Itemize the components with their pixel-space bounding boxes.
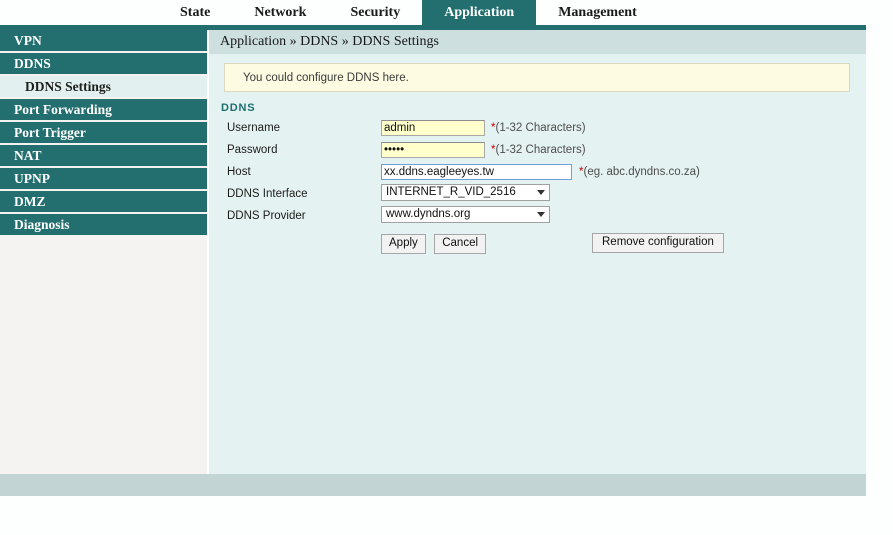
hint-text-host: (eg. abc.dyndns.co.za): [583, 166, 700, 178]
sidebar-item-ddns-settings[interactable]: DDNS Settings: [0, 76, 207, 97]
top-navigation-items: State Network Security Application Manag…: [158, 0, 659, 26]
host-input[interactable]: [381, 164, 572, 180]
form-row-password: Password *(1-32 Characters): [221, 140, 861, 162]
tab-application[interactable]: Application: [422, 0, 537, 26]
router-admin-page: State Network Security Application Manag…: [0, 0, 893, 535]
label-ddns-interface: DDNS Interface: [227, 188, 308, 200]
sidebar-item-ddns[interactable]: DDNS: [0, 53, 207, 74]
password-input[interactable]: [381, 142, 485, 158]
field-wrap-username: [381, 118, 485, 136]
field-wrap-ddns-interface: INTERNET_R_VID_2516: [381, 184, 550, 201]
info-banner: You could configure DDNS here.: [224, 63, 850, 92]
sidebar: VPN DDNS DDNS Settings Port Forwarding P…: [0, 30, 207, 474]
footer-bar: [0, 474, 866, 496]
form-row-ddns-interface: DDNS Interface INTERNET_R_VID_2516: [221, 184, 861, 206]
sidebar-item-diagnosis[interactable]: Diagnosis: [0, 214, 207, 235]
field-wrap-password: [381, 140, 485, 158]
ddns-form: Username *(1-32 Characters) Password *(1…: [221, 118, 861, 228]
form-actions: Apply Cancel Remove configuration: [381, 233, 851, 255]
tab-network[interactable]: Network: [232, 0, 328, 26]
tab-state[interactable]: State: [158, 0, 232, 26]
hint-host: *(eg. abc.dyndns.co.za): [579, 164, 700, 180]
ddns-interface-select[interactable]: INTERNET_R_VID_2516: [381, 184, 550, 201]
hint-text-username: (1-32 Characters): [495, 122, 586, 134]
sidebar-item-dmz[interactable]: DMZ: [0, 191, 207, 212]
form-row-username: Username *(1-32 Characters): [221, 118, 861, 140]
form-row-host: Host *(eg. abc.dyndns.co.za): [221, 162, 861, 184]
ddns-provider-selected-value: www.dyndns.org: [386, 208, 471, 220]
sidebar-item-vpn[interactable]: VPN: [0, 30, 207, 51]
form-row-ddns-provider: DDNS Provider www.dyndns.org: [221, 206, 861, 228]
content-panel: Application » DDNS » DDNS Settings You c…: [209, 30, 866, 474]
ddns-interface-selected-value: INTERNET_R_VID_2516: [386, 186, 516, 198]
chevron-down-icon: [537, 212, 545, 217]
cancel-button[interactable]: Cancel: [434, 234, 487, 254]
top-navigation: State Network Security Application Manag…: [0, 0, 866, 30]
sidebar-item-nat[interactable]: NAT: [0, 145, 207, 166]
username-input[interactable]: [381, 120, 485, 136]
tab-security[interactable]: Security: [328, 0, 422, 26]
section-title-ddns: DDNS: [221, 102, 256, 114]
hint-username: *(1-32 Characters): [491, 120, 586, 136]
hint-password: *(1-32 Characters): [491, 142, 586, 158]
label-ddns-provider: DDNS Provider: [227, 210, 306, 222]
label-password: Password: [227, 144, 278, 156]
sidebar-item-upnp[interactable]: UPNP: [0, 168, 207, 189]
label-host: Host: [227, 166, 251, 178]
field-wrap-host: [381, 162, 572, 180]
hint-text-password: (1-32 Characters): [495, 144, 586, 156]
sidebar-item-port-forwarding[interactable]: Port Forwarding: [0, 99, 207, 120]
tab-management[interactable]: Management: [536, 0, 659, 26]
chevron-down-icon: [537, 190, 545, 195]
remove-configuration-button[interactable]: Remove configuration: [592, 233, 724, 253]
sidebar-item-port-trigger[interactable]: Port Trigger: [0, 122, 207, 143]
apply-button[interactable]: Apply: [381, 234, 426, 254]
field-wrap-ddns-provider: www.dyndns.org: [381, 206, 550, 223]
breadcrumb: Application » DDNS » DDNS Settings: [209, 30, 866, 54]
ddns-provider-select[interactable]: www.dyndns.org: [381, 206, 550, 223]
label-username: Username: [227, 122, 281, 134]
